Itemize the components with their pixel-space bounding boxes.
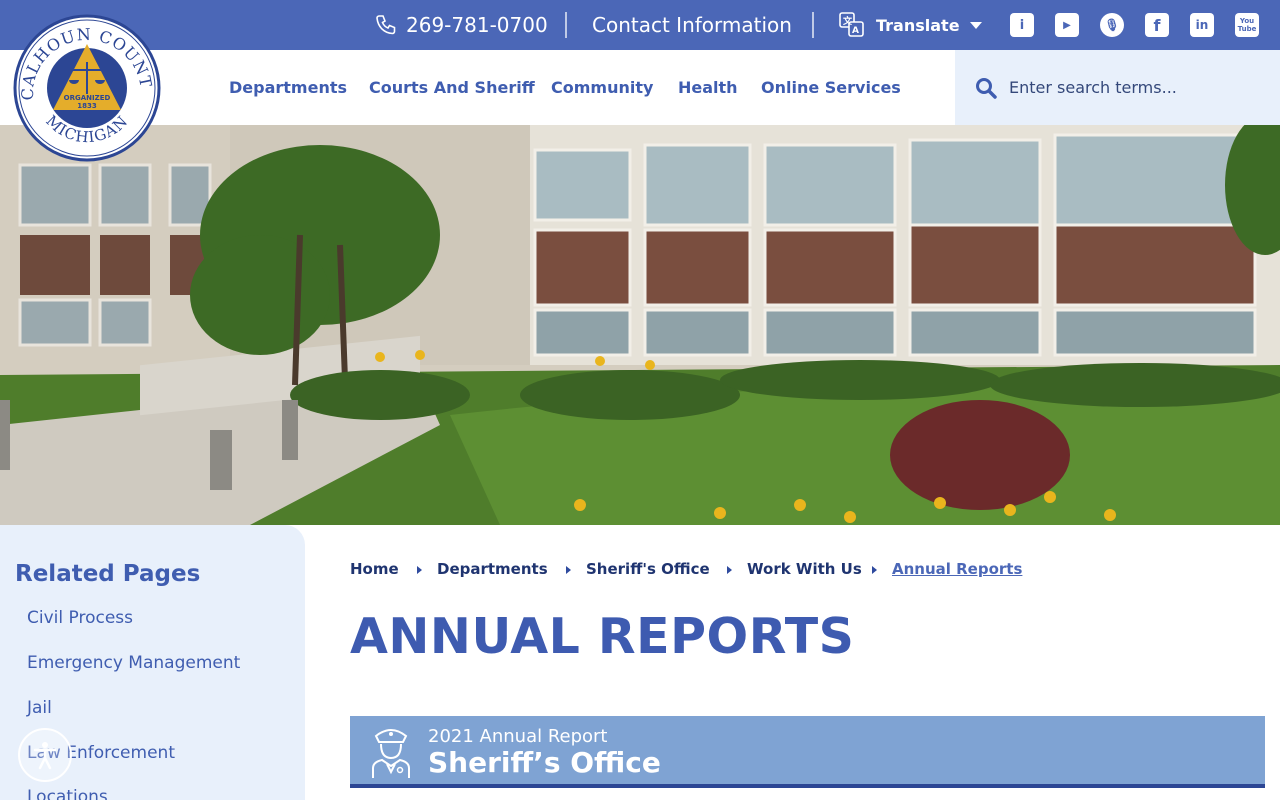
search-icon[interactable] — [975, 77, 997, 99]
phone-icon — [376, 15, 396, 35]
info-icon[interactable]: i — [1010, 13, 1034, 37]
linkedin-icon[interactable]: in — [1190, 13, 1214, 37]
nav-departments[interactable]: Departments — [229, 78, 347, 100]
breadcrumb-home[interactable]: Home — [350, 560, 399, 578]
breadcrumb-annual-reports[interactable]: Annual Reports — [892, 560, 1022, 578]
breadcrumb-separator-icon — [566, 566, 571, 574]
sidebar-title: Related Pages — [15, 561, 201, 587]
breadcrumb-departments[interactable]: Departments — [437, 560, 548, 578]
divider — [565, 12, 567, 38]
breadcrumb-sheriffs-office[interactable]: Sheriff's Office — [586, 560, 710, 578]
nav-online-services[interactable]: Online Services — [761, 78, 901, 100]
search-input[interactable] — [1009, 78, 1249, 97]
sheriff-officer-icon — [372, 729, 410, 778]
phone-number: 269-781-0700 — [406, 13, 548, 37]
sidebar-item-locations[interactable]: Locations — [27, 787, 108, 800]
county-seal-logo[interactable]: CALHOUN COUNTY MICHIGAN ORGANIZED 1833 — [6, 0, 161, 162]
phone-link[interactable]: 269-781-0700 — [374, 12, 548, 38]
youtube-play-icon[interactable]: ▶ — [1055, 13, 1079, 37]
report-title: Sheriff’s Office — [428, 746, 661, 779]
courthouse-photo — [0, 125, 1280, 525]
report-subtitle: 2021 Annual Report — [428, 726, 608, 747]
nav-courts-and-sheriff[interactable]: Courts And Sheriff — [369, 78, 535, 100]
sidebar-item-jail[interactable]: Jail — [27, 698, 52, 718]
nav-health[interactable]: Health — [678, 78, 738, 100]
top-utility-bar: 269-781-0700 Contact Information 文 A Tra… — [0, 0, 1280, 50]
translate-icon: 文 A — [839, 12, 864, 37]
contact-information-link[interactable]: Contact Information — [592, 12, 792, 38]
breadcrumb-separator-icon — [727, 566, 732, 574]
sidebar-item-civil-process[interactable]: Civil Process — [27, 608, 133, 628]
page-title: ANNUAL REPORTS — [350, 608, 855, 665]
translate-dropdown[interactable]: 文 A Translate — [838, 10, 982, 40]
podcast-icon[interactable]: 🎙 — [1100, 13, 1124, 37]
search-bar — [955, 50, 1280, 125]
facebook-icon[interactable]: f — [1145, 13, 1169, 37]
breadcrumb-work-with-us[interactable]: Work With Us — [747, 560, 862, 578]
nav-community[interactable]: Community — [551, 78, 653, 100]
sidebar-item-emergency-management[interactable]: Emergency Management — [27, 653, 240, 673]
chevron-down-icon — [969, 21, 982, 29]
translate-label: Translate — [876, 15, 960, 35]
breadcrumb-separator-icon — [417, 566, 422, 574]
youtube-icon[interactable]: You Tube — [1235, 13, 1259, 37]
divider — [812, 12, 814, 38]
breadcrumb-separator-icon — [872, 566, 877, 574]
hero-image — [0, 125, 1280, 525]
svg-text:1833: 1833 — [77, 102, 97, 110]
seal-graphic: CALHOUN COUNTY MICHIGAN ORGANIZED 1833 — [6, 0, 161, 162]
accessibility-icon — [33, 742, 57, 770]
annual-report-card[interactable]: 2021 Annual Report Sheriff’s Office — [350, 716, 1265, 788]
svg-text:ORGANIZED: ORGANIZED — [64, 94, 111, 102]
accessibility-button[interactable] — [18, 728, 72, 782]
svg-text:A: A — [852, 26, 859, 36]
